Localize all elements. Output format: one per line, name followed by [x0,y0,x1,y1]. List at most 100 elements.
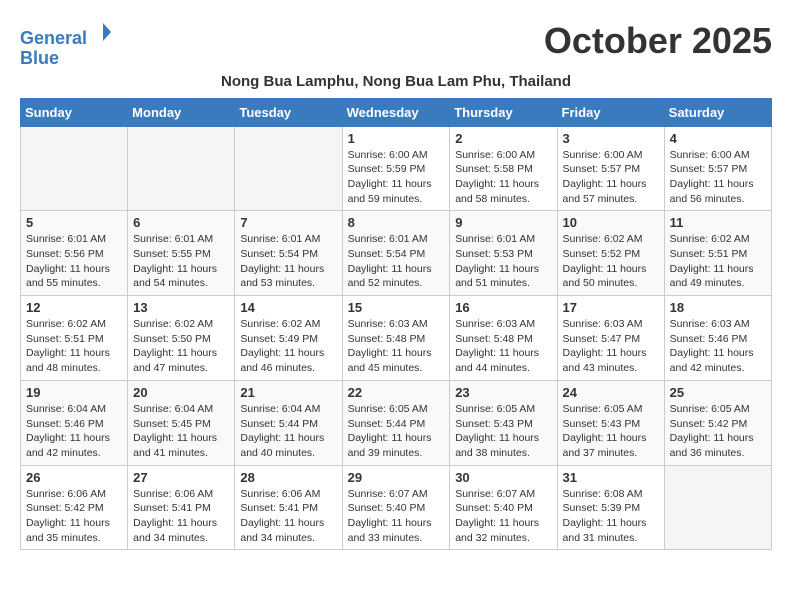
day-number: 4 [670,131,766,146]
calendar-cell: 29Sunrise: 6:07 AM Sunset: 5:40 PM Dayli… [342,465,450,550]
weekday-header-cell: Monday [128,98,235,126]
weekday-header-cell: Thursday [450,98,557,126]
day-number: 28 [240,470,336,485]
day-number: 7 [240,215,336,230]
calendar-cell: 28 Sunrise: 6:06 AM Sunset: 5:41 PM Dayli… [235,465,342,550]
logo: General Blue [20,20,113,69]
day-info: Sunrise: 6:03 AM Sunset: 5:48 PM Dayligh… [455,317,551,376]
calendar-cell: 17Sunrise: 6:03 AM Sunset: 5:47 PM Dayli… [557,296,664,381]
calendar-cell: 10 Sunrise: 6:02 AM Sunset: 5:52 PM Dayli… [557,211,664,296]
day-number: 20 [133,385,229,400]
day-info: Sunrise: 6:00 AM Sunset: 5:57 PM Dayligh… [670,148,766,207]
day-number: 23 [455,385,551,400]
day-info: Sunrise: 6:02 AM Sunset: 5:49 PM Dayligh… [240,317,336,376]
day-info: Sunrise: 6:05 AM Sunset: 5:44 PM Dayligh… [348,402,445,461]
weekday-header-cell: Tuesday [235,98,342,126]
day-info: Sunrise: 6:00 AM Sunset: 5:58 PM Dayligh… [455,148,551,207]
calendar-cell: 1 Sunrise: 6:00 AM Sunset: 5:59 PM Daylig… [342,126,450,211]
calendar-cell: 26 Sunrise: 6:06 AM Sunset: 5:42 PM Dayli… [21,465,128,550]
day-number: 15 [348,300,445,315]
day-number: 8 [348,215,445,230]
calendar-week-row: 1 Sunrise: 6:00 AM Sunset: 5:59 PM Daylig… [21,126,772,211]
calendar-cell: 24Sunrise: 6:05 AM Sunset: 5:43 PM Dayli… [557,380,664,465]
page-header: General Blue October 2025 [20,20,772,69]
day-number: 12 [26,300,122,315]
calendar-subtitle: Nong Bua Lamphu, Nong Bua Lam Phu, Thail… [20,73,772,90]
day-number: 31 [563,470,659,485]
day-info: Sunrise: 6:00 AM Sunset: 5:59 PM Dayligh… [348,148,445,207]
day-info: Sunrise: 6:07 AM Sunset: 5:40 PM Dayligh… [348,487,445,546]
calendar-cell: 9 Sunrise: 6:01 AM Sunset: 5:53 PM Daylig… [450,211,557,296]
day-info: Sunrise: 6:06 AM Sunset: 5:41 PM Dayligh… [240,487,336,546]
day-info: Sunrise: 6:03 AM Sunset: 5:48 PM Dayligh… [348,317,445,376]
calendar-cell: 20 Sunrise: 6:04 AM Sunset: 5:45 PM Dayli… [128,380,235,465]
day-number: 6 [133,215,229,230]
calendar-cell: 21 Sunrise: 6:04 AM Sunset: 5:44 PM Dayli… [235,380,342,465]
calendar-cell [21,126,128,211]
day-number: 1 [348,131,445,146]
day-number: 17 [563,300,659,315]
day-number: 11 [670,215,766,230]
day-info: Sunrise: 6:05 AM Sunset: 5:43 PM Dayligh… [455,402,551,461]
day-info: Sunrise: 6:02 AM Sunset: 5:51 PM Dayligh… [26,317,122,376]
calendar-cell: 23 Sunrise: 6:05 AM Sunset: 5:43 PM Dayli… [450,380,557,465]
calendar-cell: 5Sunrise: 6:01 AM Sunset: 5:56 PM Daylig… [21,211,128,296]
day-number: 26 [26,470,122,485]
calendar-cell: 4 Sunrise: 6:00 AM Sunset: 5:57 PM Daylig… [664,126,771,211]
day-info: Sunrise: 6:01 AM Sunset: 5:54 PM Dayligh… [240,232,336,291]
day-info: Sunrise: 6:03 AM Sunset: 5:46 PM Dayligh… [670,317,766,376]
day-number: 27 [133,470,229,485]
day-info: Sunrise: 6:02 AM Sunset: 5:50 PM Dayligh… [133,317,229,376]
day-number: 3 [563,131,659,146]
calendar-cell: 6Sunrise: 6:01 AM Sunset: 5:55 PM Daylig… [128,211,235,296]
day-number: 2 [455,131,551,146]
calendar-week-row: 12 Sunrise: 6:02 AM Sunset: 5:51 PM Dayli… [21,296,772,381]
calendar-cell: 15 Sunrise: 6:03 AM Sunset: 5:48 PM Dayli… [342,296,450,381]
weekday-header-cell: Wednesday [342,98,450,126]
day-info: Sunrise: 6:06 AM Sunset: 5:41 PM Dayligh… [133,487,229,546]
weekday-header-cell: Friday [557,98,664,126]
calendar-cell: 27 Sunrise: 6:06 AM Sunset: 5:41 PM Dayli… [128,465,235,550]
day-info: Sunrise: 6:01 AM Sunset: 5:54 PM Dayligh… [348,232,445,291]
day-number: 24 [563,385,659,400]
day-number: 9 [455,215,551,230]
day-info: Sunrise: 6:01 AM Sunset: 5:56 PM Dayligh… [26,232,122,291]
calendar-cell: 11 Sunrise: 6:02 AM Sunset: 5:51 PM Dayli… [664,211,771,296]
day-info: Sunrise: 6:06 AM Sunset: 5:42 PM Dayligh… [26,487,122,546]
day-number: 14 [240,300,336,315]
calendar-body: 1 Sunrise: 6:00 AM Sunset: 5:59 PM Daylig… [21,126,772,550]
day-number: 21 [240,385,336,400]
calendar-table: SundayMondayTuesdayWednesdayThursdayFrid… [20,98,772,551]
calendar-cell: 8 Sunrise: 6:01 AM Sunset: 5:54 PM Daylig… [342,211,450,296]
calendar-cell [664,465,771,550]
day-info: Sunrise: 6:04 AM Sunset: 5:45 PM Dayligh… [133,402,229,461]
day-info: Sunrise: 6:00 AM Sunset: 5:57 PM Dayligh… [563,148,659,207]
weekday-header-cell: Saturday [664,98,771,126]
calendar-cell: 14 Sunrise: 6:02 AM Sunset: 5:49 PM Dayli… [235,296,342,381]
calendar-cell: 22Sunrise: 6:05 AM Sunset: 5:44 PM Dayli… [342,380,450,465]
calendar-cell: 2 Sunrise: 6:00 AM Sunset: 5:58 PM Daylig… [450,126,557,211]
day-number: 13 [133,300,229,315]
calendar-cell: 7 Sunrise: 6:01 AM Sunset: 5:54 PM Daylig… [235,211,342,296]
calendar-cell [128,126,235,211]
logo-text: General Blue [20,20,113,69]
month-title: October 2025 [544,20,772,62]
calendar-cell: 16 Sunrise: 6:03 AM Sunset: 5:48 PM Dayli… [450,296,557,381]
day-number: 10 [563,215,659,230]
logo-line2: Blue [20,48,59,68]
day-info: Sunrise: 6:04 AM Sunset: 5:46 PM Dayligh… [26,402,122,461]
calendar-cell: 25Sunrise: 6:05 AM Sunset: 5:42 PM Dayli… [664,380,771,465]
calendar-cell: 3 Sunrise: 6:00 AM Sunset: 5:57 PM Daylig… [557,126,664,211]
logo-icon [89,20,113,44]
day-info: Sunrise: 6:08 AM Sunset: 5:39 PM Dayligh… [563,487,659,546]
calendar-cell: 13 Sunrise: 6:02 AM Sunset: 5:50 PM Dayli… [128,296,235,381]
day-info: Sunrise: 6:04 AM Sunset: 5:44 PM Dayligh… [240,402,336,461]
day-number: 16 [455,300,551,315]
day-info: Sunrise: 6:07 AM Sunset: 5:40 PM Dayligh… [455,487,551,546]
calendar-cell: 12 Sunrise: 6:02 AM Sunset: 5:51 PM Dayli… [21,296,128,381]
day-info: Sunrise: 6:02 AM Sunset: 5:52 PM Dayligh… [563,232,659,291]
day-info: Sunrise: 6:02 AM Sunset: 5:51 PM Dayligh… [670,232,766,291]
day-info: Sunrise: 6:01 AM Sunset: 5:53 PM Dayligh… [455,232,551,291]
day-number: 18 [670,300,766,315]
calendar-cell: 18 Sunrise: 6:03 AM Sunset: 5:46 PM Dayli… [664,296,771,381]
